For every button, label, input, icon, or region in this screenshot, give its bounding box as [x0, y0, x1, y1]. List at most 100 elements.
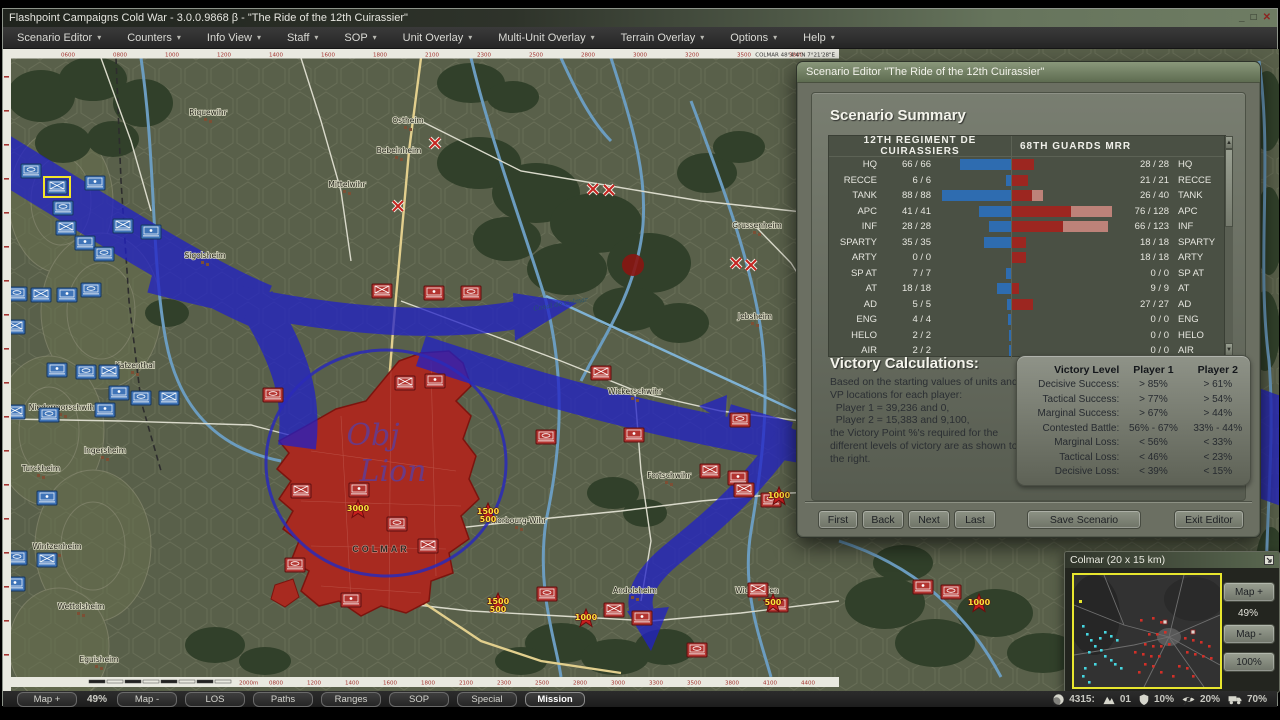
unit-row: AD5 / 527 / 27AD [829, 297, 1224, 313]
minimap-title-bar[interactable]: Colmar (20 x 15 km) [1065, 552, 1279, 568]
map-zoom-in-button[interactable]: Map + [17, 692, 77, 707]
unit-counter-friendly[interactable] [113, 219, 133, 233]
scrollbar-thumb[interactable] [1225, 149, 1233, 227]
scroll-up-icon[interactable]: ▲ [1225, 136, 1233, 149]
paths-button[interactable]: Paths [253, 692, 313, 707]
next-button[interactable]: Next [908, 510, 950, 529]
unit-counter-friendly[interactable] [141, 225, 161, 239]
minimap-zoom-in-button[interactable]: Map + [1223, 582, 1275, 602]
minimap-full-zoom-button[interactable]: 100% [1223, 652, 1275, 672]
unit-counter-enemy[interactable] [624, 428, 644, 442]
unit-counter-enemy[interactable] [913, 580, 933, 594]
unit-counter-enemy[interactable] [349, 483, 369, 497]
menu-counters[interactable]: Counters▾ [127, 32, 181, 44]
minimap-resize-icon[interactable] [1264, 555, 1274, 565]
ruler-tick: 1800 [421, 681, 435, 687]
unit-counter-enemy[interactable] [285, 558, 305, 572]
unit-counter-friendly[interactable] [21, 164, 41, 178]
save-scenario-button[interactable]: Save Scenario [1027, 510, 1141, 529]
right-force-header: 68TH GUARDS MRR [1011, 136, 1224, 156]
unit-counter-enemy[interactable] [730, 413, 750, 427]
unit-counter-friendly[interactable] [76, 365, 96, 379]
menu-sop[interactable]: SOP▾ [344, 32, 376, 44]
unit-counter-friendly[interactable] [39, 408, 59, 422]
unit-counter-enemy[interactable] [341, 593, 361, 607]
enemy-loss-bar [1063, 221, 1107, 232]
enemy-count: 28 / 28 [1114, 159, 1169, 170]
unit-counter-enemy[interactable] [687, 643, 707, 657]
last-button[interactable]: Last [954, 510, 996, 529]
unit-counter-friendly[interactable] [31, 288, 51, 302]
menu-unit-overlay[interactable]: Unit Overlay▾ [403, 32, 473, 44]
unit-counter-friendly[interactable] [131, 391, 151, 405]
svg-text:500: 500 [765, 598, 782, 607]
menu-item-label: Options [730, 32, 768, 44]
unit-counter-friendly[interactable] [85, 176, 105, 190]
unit-counter-friendly[interactable] [47, 363, 67, 377]
exit-editor-button[interactable]: Exit Editor [1174, 510, 1244, 529]
ranges-button[interactable]: Ranges [321, 692, 381, 707]
unit-counter-friendly[interactable] [159, 391, 179, 405]
unit-counter-enemy[interactable] [536, 430, 556, 444]
unit-counter-enemy[interactable] [424, 286, 444, 300]
bottom-toolbar: Map + 49% Map - LOS Paths Ranges SOP Spe… [3, 691, 1277, 707]
special-button[interactable]: Special [457, 692, 517, 707]
unit-counter-enemy[interactable] [387, 517, 407, 531]
dialog-title-bar[interactable]: Scenario Editor "The Ride of the 12th Cu… [797, 62, 1260, 83]
unit-counter-friendly[interactable] [57, 288, 77, 302]
unit-counter-enemy[interactable] [418, 539, 438, 553]
chevron-down-icon: ▾ [314, 33, 318, 42]
back-button[interactable]: Back [862, 510, 904, 529]
unit-counter-enemy[interactable] [632, 611, 652, 625]
menu-scenario-editor[interactable]: Scenario Editor▾ [17, 32, 101, 44]
unit-counter-friendly[interactable] [37, 491, 57, 505]
unit-counter-enemy[interactable] [372, 284, 392, 298]
maximize-icon[interactable]: □ [1251, 10, 1257, 26]
unit-counter-enemy[interactable] [263, 388, 283, 402]
unit-counter-enemy[interactable] [748, 583, 768, 597]
unit-counter-friendly[interactable] [109, 386, 129, 400]
unit-counter-friendly[interactable] [56, 221, 76, 235]
friendly-count: 18 / 18 [877, 283, 939, 294]
first-button[interactable]: First [818, 510, 858, 529]
unit-counter-enemy[interactable] [461, 286, 481, 300]
unit-counter-friendly[interactable] [81, 283, 101, 297]
unit-counter-enemy[interactable] [537, 587, 557, 601]
unit-counter-enemy[interactable] [734, 483, 754, 497]
unit-row: HQ66 / 6628 / 28HQ [829, 157, 1224, 173]
minimize-icon[interactable]: _ [1239, 10, 1245, 26]
unit-counter-enemy[interactable] [591, 366, 611, 380]
menu-info-view[interactable]: Info View▾ [207, 32, 261, 44]
map-zoom-out-button[interactable]: Map - [117, 692, 177, 707]
unit-counter-enemy[interactable] [425, 374, 445, 388]
menu-help[interactable]: Help▾ [803, 32, 835, 44]
unit-counter-friendly[interactable] [47, 180, 67, 194]
unit-counter-enemy[interactable] [941, 585, 961, 599]
minimap-zoom-out-button[interactable]: Map - [1223, 624, 1275, 644]
minimap-map[interactable] [1072, 573, 1222, 689]
unit-counter-friendly[interactable] [37, 553, 57, 567]
unit-counter-friendly[interactable] [53, 201, 73, 215]
los-button[interactable]: LOS [185, 692, 245, 707]
enemy-strength-bar [1012, 252, 1026, 263]
menu-options[interactable]: Options▾ [730, 32, 777, 44]
sop-button[interactable]: SOP [389, 692, 449, 707]
unit-counter-enemy[interactable] [291, 484, 311, 498]
table-scrollbar[interactable]: ▲ ▼ [1224, 136, 1233, 356]
menu-terrain-overlay[interactable]: Terrain Overlay▾ [621, 32, 705, 44]
unit-type-label: ARTY [1169, 252, 1224, 263]
unit-counter-friendly[interactable] [95, 403, 115, 417]
unit-counter-enemy[interactable] [700, 464, 720, 478]
ruler-tick: 2500 [529, 53, 543, 59]
mission-button[interactable]: Mission [525, 692, 585, 707]
unit-counter-enemy[interactable] [395, 376, 415, 390]
menu-multi-unit-overlay[interactable]: Multi-Unit Overlay▾ [498, 32, 594, 44]
unit-counter-friendly[interactable] [75, 236, 95, 250]
scrollbar-track[interactable] [1225, 149, 1233, 343]
unit-counter-friendly[interactable] [94, 247, 114, 261]
unit-counter-enemy[interactable] [604, 603, 624, 617]
enemy-strength-bar [1012, 283, 1019, 294]
menu-staff[interactable]: Staff▾ [287, 32, 318, 44]
unit-counter-friendly[interactable] [99, 365, 119, 379]
close-icon[interactable]: ✕ [1263, 10, 1271, 26]
